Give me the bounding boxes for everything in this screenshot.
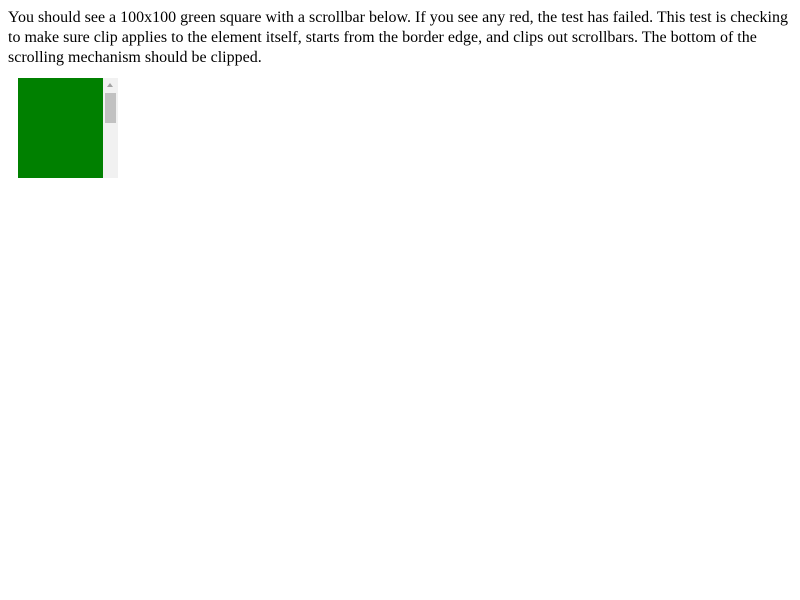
chevron-up-icon[interactable] — [107, 83, 113, 87]
green-square — [18, 78, 103, 178]
scrollbar-thumb[interactable] — [105, 93, 116, 123]
vertical-scrollbar[interactable] — [103, 78, 118, 178]
instructions-text: You should see a 100x100 green square wi… — [8, 9, 788, 66]
clipped-scroll-box — [18, 78, 118, 178]
